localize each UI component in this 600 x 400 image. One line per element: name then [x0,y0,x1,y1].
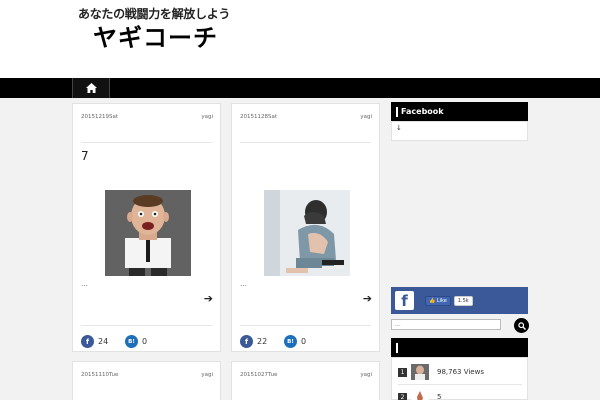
facebook-widget-body: ↓ [391,121,528,141]
facebook-logo-icon[interactable]: f [395,291,414,310]
facebook-icon: f [240,335,253,348]
search-icon [517,321,526,330]
facebook-like-box: f 👍 Like 1.5k [391,287,528,314]
facebook-like-label: Like [436,298,447,304]
post-card[interactable]: 20151128Sat yagi … ➔ f 22 B! 0 [231,103,380,352]
ranking-item[interactable]: 1 98,763 Views [398,364,484,380]
ranking-item-text: 5 [437,393,442,400]
man-photo [105,190,191,276]
divider [240,142,371,143]
divider [398,384,522,385]
site-header: あなたの戦闘力を解放しよう ヤギコーチ [0,0,600,78]
post-thumbnail[interactable] [264,190,350,276]
home-icon [85,83,97,93]
hatena-bookmark-icon: B! [284,335,297,348]
post-title[interactable]: 7 [81,149,89,163]
read-more-arrow-icon[interactable]: ➔ [363,292,372,305]
ranking-thumb-image [411,389,429,400]
post-date: 20151110Tue [81,372,119,378]
ranking-item-text: 98,763 Views [437,368,484,376]
ranking-widget-title [391,338,528,357]
search-input[interactable] [391,319,501,330]
facebook-widget-title: Facebook [391,102,528,121]
ranking-thumb-image [411,364,429,380]
hatena-bookmark-count: 0 [142,337,148,346]
divider [240,325,371,326]
post-excerpt: … [240,280,247,288]
search-button[interactable] [514,318,529,333]
post-author[interactable]: yagi [201,372,213,378]
rank-number: 2 [398,392,407,400]
thumbs-up-icon: 👍 [429,298,436,304]
hatena-bookmark[interactable]: B! 0 [125,335,147,348]
facebook-widget-heading: Facebook [401,107,444,116]
main-nav [0,78,600,98]
post-author[interactable]: yagi [360,114,372,120]
facebook-like-count: 1.5k [453,296,473,306]
post-excerpt: … [81,280,88,288]
facebook-widget-text: ↓ [396,124,402,132]
hatena-bookmark-count: 0 [301,337,307,346]
post-card[interactable]: 20151219Sat yagi 7 … ➔ f 24 B! 0 [72,103,221,352]
hatena-bookmark[interactable]: B! 0 [284,335,306,348]
facebook-like-button[interactable]: 👍 Like [425,296,451,306]
post-card[interactable]: 20151027Tue yagi [231,361,380,400]
divider [81,142,212,143]
site-title[interactable]: ヤギコーチ [93,18,218,53]
post-date: 20151219Sat [81,114,119,120]
read-more-arrow-icon[interactable]: ➔ [204,292,213,305]
facebook-icon: f [81,335,94,348]
facebook-share[interactable]: f 22 [240,335,267,348]
ranking-item[interactable]: 2 5 [398,389,441,400]
post-thumbnail[interactable] [105,190,191,276]
rank-number: 1 [398,367,407,377]
divider [81,325,212,326]
facebook-share-count: 22 [257,337,268,346]
nav-home-button[interactable] [72,78,110,98]
title-bar-mark [396,342,398,353]
post-card[interactable]: 20151110Tue yagi [72,361,221,400]
facebook-share[interactable]: f 24 [81,335,108,348]
ranking-thumbnail[interactable] [411,364,429,380]
facebook-share-count: 24 [98,337,109,346]
post-author[interactable]: yagi [360,372,372,378]
post-author[interactable]: yagi [201,114,213,120]
post-date: 20151128Sat [240,114,278,120]
ranking-thumbnail[interactable] [411,389,429,400]
title-bar-mark [396,106,398,117]
post-date: 20151027Tue [240,372,278,378]
sad-woman-photo [264,190,350,276]
hatena-bookmark-icon: B! [125,335,138,348]
facebook-like[interactable]: 👍 Like 1.5k [425,296,473,306]
